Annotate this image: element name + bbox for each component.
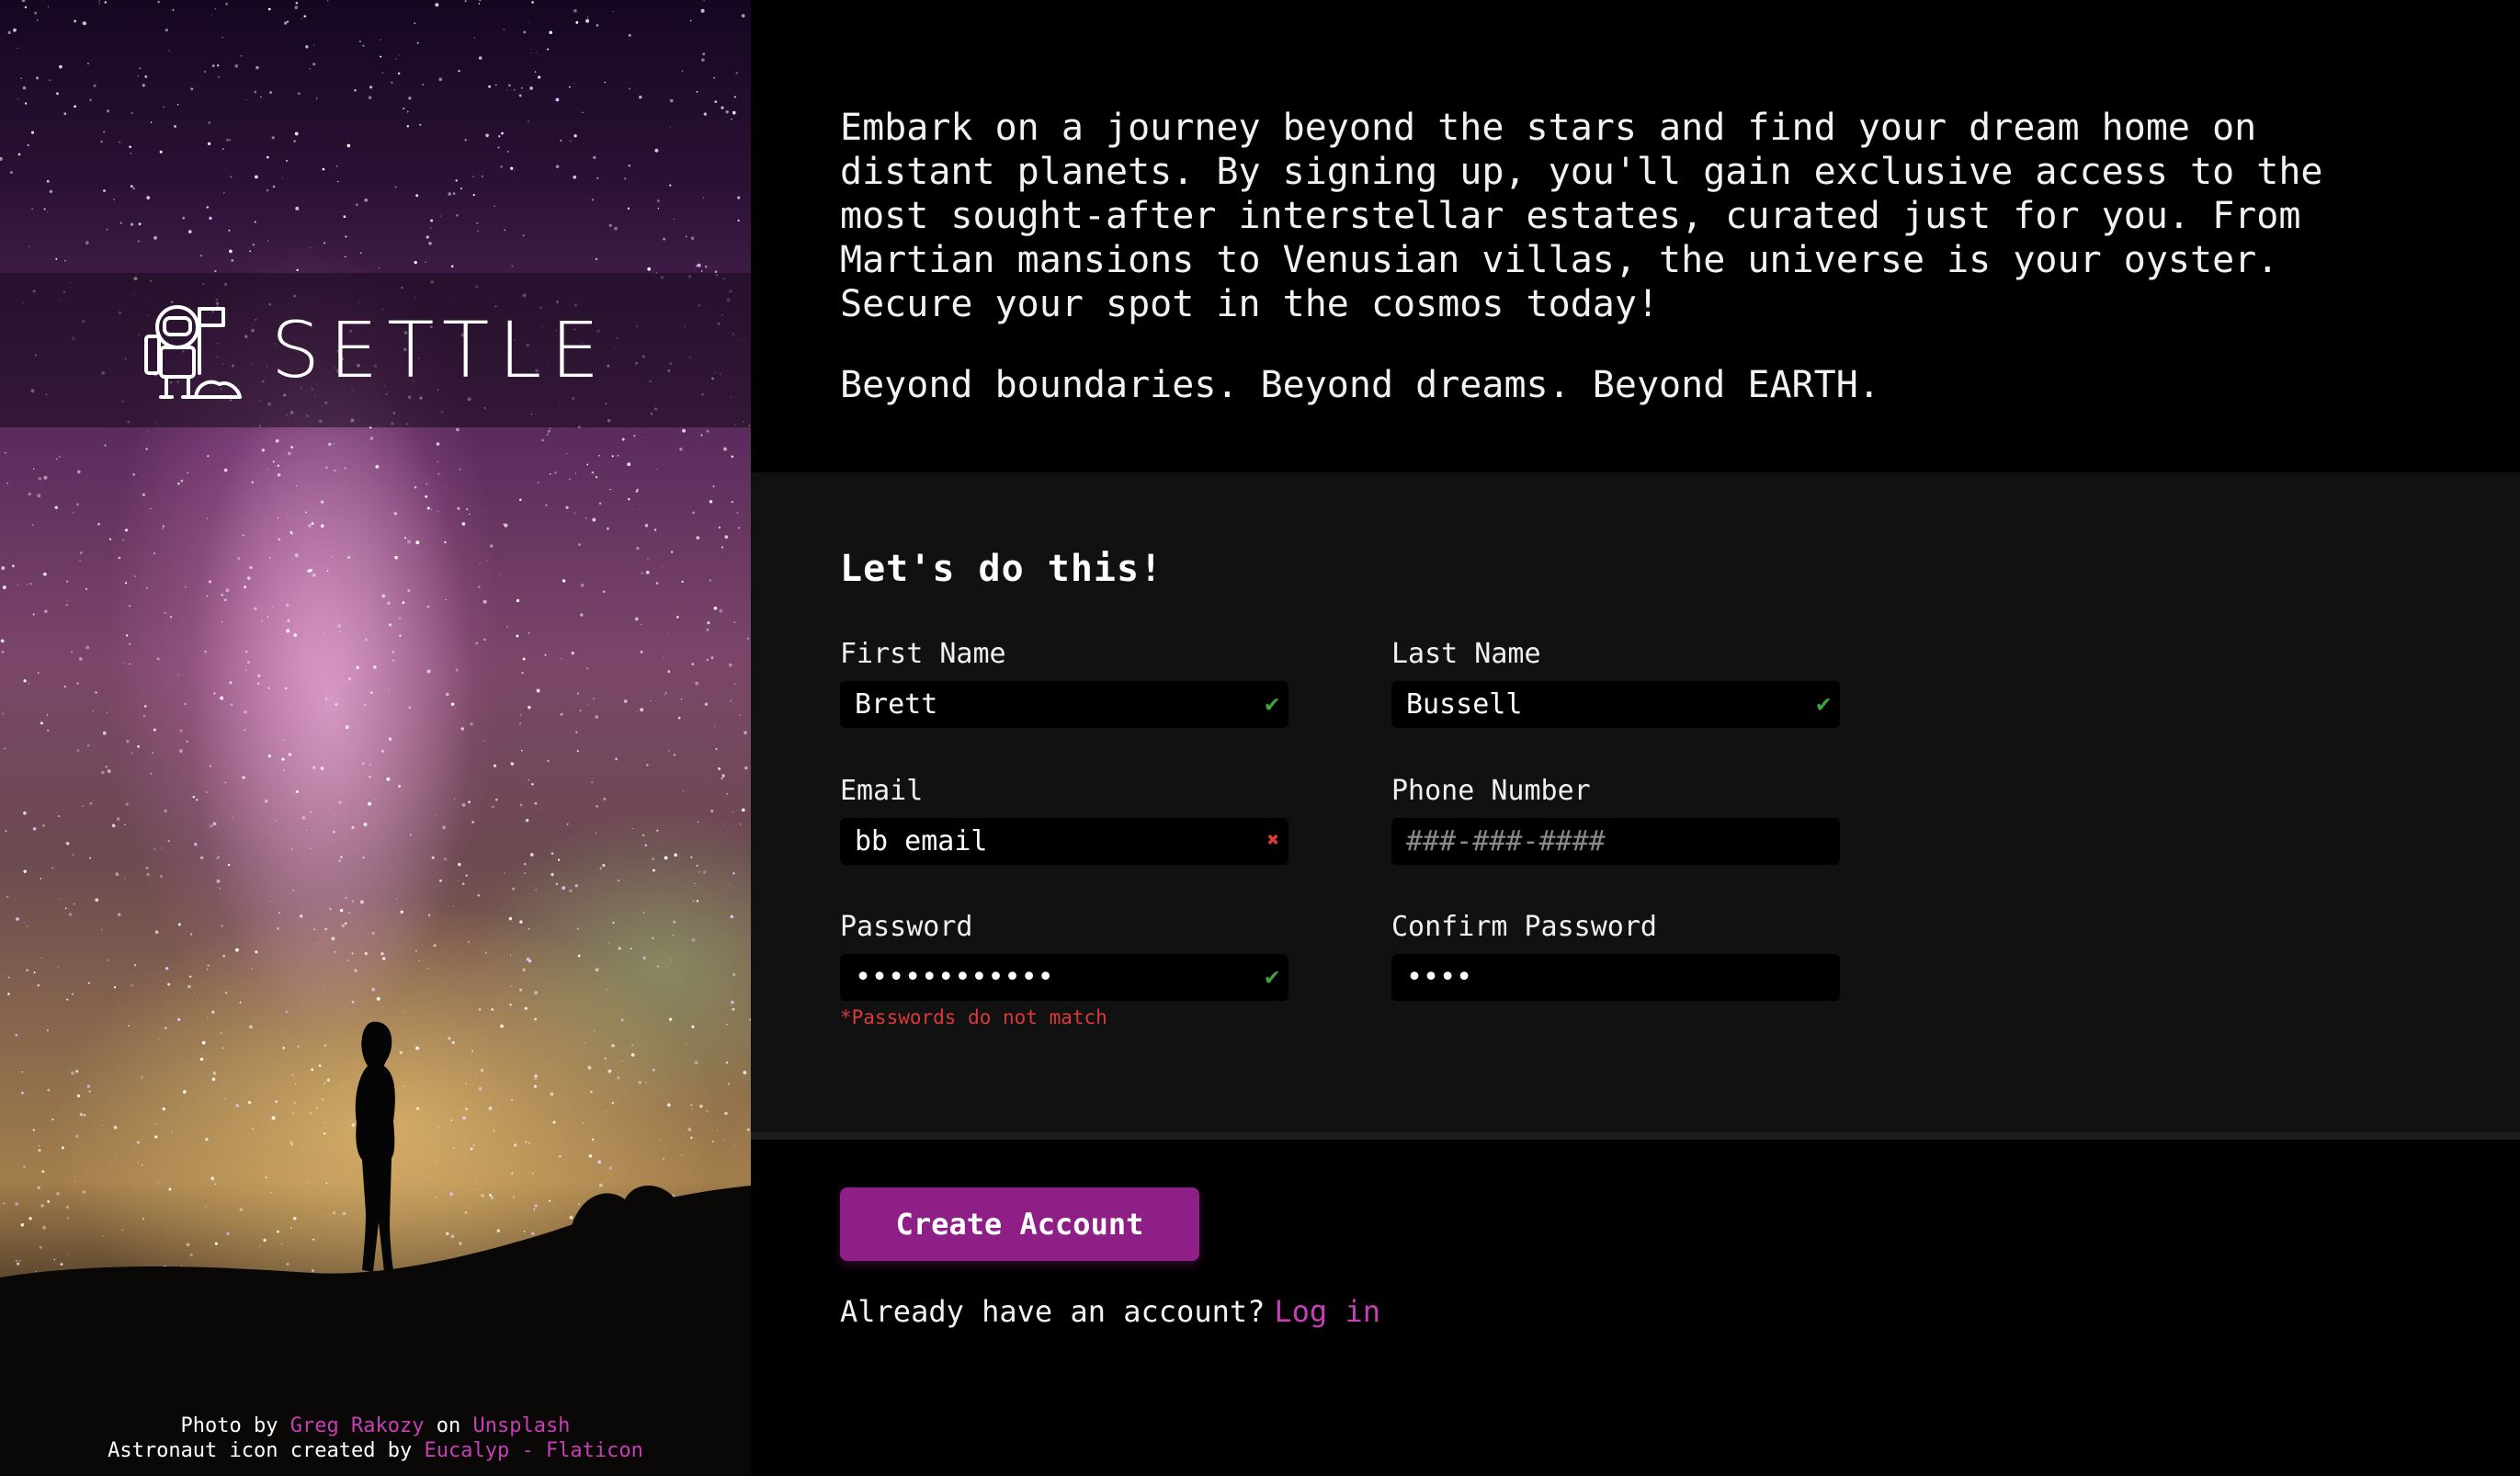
photo-credit-line: Photo by Greg Rakozy on Unsplash xyxy=(0,1414,751,1438)
email-field: Email ✖ xyxy=(840,775,1288,865)
icon-credit-prefix: Astronaut icon created by xyxy=(108,1439,413,1462)
last-name-field: Last Name ✔ xyxy=(1391,638,1840,728)
astronaut-icon xyxy=(143,305,242,399)
login-prompt-text: Already have an account? xyxy=(840,1294,1266,1329)
first-name-field: First Name ✔ xyxy=(840,638,1288,728)
intro-paragraph: Embark on a journey beyond the stars and… xyxy=(840,107,2323,325)
checkmark-icon: ✔ xyxy=(1265,690,1279,718)
photo-author-link[interactable]: Greg Rakozy xyxy=(290,1414,425,1437)
intro-tagline: Beyond boundaries. Beyond dreams. Beyond… xyxy=(840,364,1880,406)
cross-icon: ✖ xyxy=(1266,829,1279,852)
person-silhouette-image xyxy=(0,1021,751,1476)
email-input[interactable] xyxy=(840,818,1288,865)
login-prompt-line: Already have an account? Log in xyxy=(840,1294,1380,1329)
checkmark-icon: ✔ xyxy=(1816,690,1831,718)
confirm-password-input[interactable] xyxy=(1391,954,1840,1001)
phone-input[interactable] xyxy=(1391,818,1840,865)
intro-section: Embark on a journey beyond the stars and… xyxy=(840,106,2402,444)
image-credits: Photo by Greg Rakozy on Unsplash Astrona… xyxy=(0,1414,751,1463)
icon-credit-line: Astronaut icon created by Eucalyp - Flat… xyxy=(0,1438,751,1463)
icon-author-link[interactable]: Eucalyp - Flaticon xyxy=(424,1439,642,1462)
login-link[interactable]: Log in xyxy=(1274,1294,1380,1329)
password-input[interactable] xyxy=(840,954,1288,1001)
photo-credit-prefix: Photo by xyxy=(180,1414,278,1437)
email-label: Email xyxy=(840,775,924,807)
confirm-password-field: Confirm Password xyxy=(1391,911,1840,1001)
hero-panel: SETTLE Photo by Greg Rakozy on Unsplash … xyxy=(0,0,751,1476)
phone-label: Phone Number xyxy=(1391,775,1591,807)
brand-banner: SETTLE xyxy=(0,273,751,427)
create-account-button[interactable]: Create Account xyxy=(840,1187,1199,1261)
brand-name: SETTLE xyxy=(270,305,609,395)
first-name-label: First Name xyxy=(840,638,1006,670)
password-field: Password ✔ *Passwords do not match xyxy=(840,911,1288,1028)
phone-field: Phone Number xyxy=(1391,775,1840,865)
photo-credit-on: on xyxy=(436,1414,461,1437)
last-name-label: Last Name xyxy=(1391,638,1541,670)
password-label: Password xyxy=(840,911,973,943)
signup-form: Let's do this! First Name ✔ Last Name ✔ … xyxy=(751,472,2520,1140)
checkmark-icon: ✔ xyxy=(1265,963,1279,991)
password-error-message: *Passwords do not match xyxy=(840,1006,1107,1028)
last-name-input[interactable] xyxy=(1391,681,1840,728)
first-name-input[interactable] xyxy=(840,681,1288,728)
photo-site-link[interactable]: Unsplash xyxy=(472,1414,570,1437)
confirm-password-label: Confirm Password xyxy=(1391,911,1657,943)
form-heading: Let's do this! xyxy=(840,548,1164,590)
